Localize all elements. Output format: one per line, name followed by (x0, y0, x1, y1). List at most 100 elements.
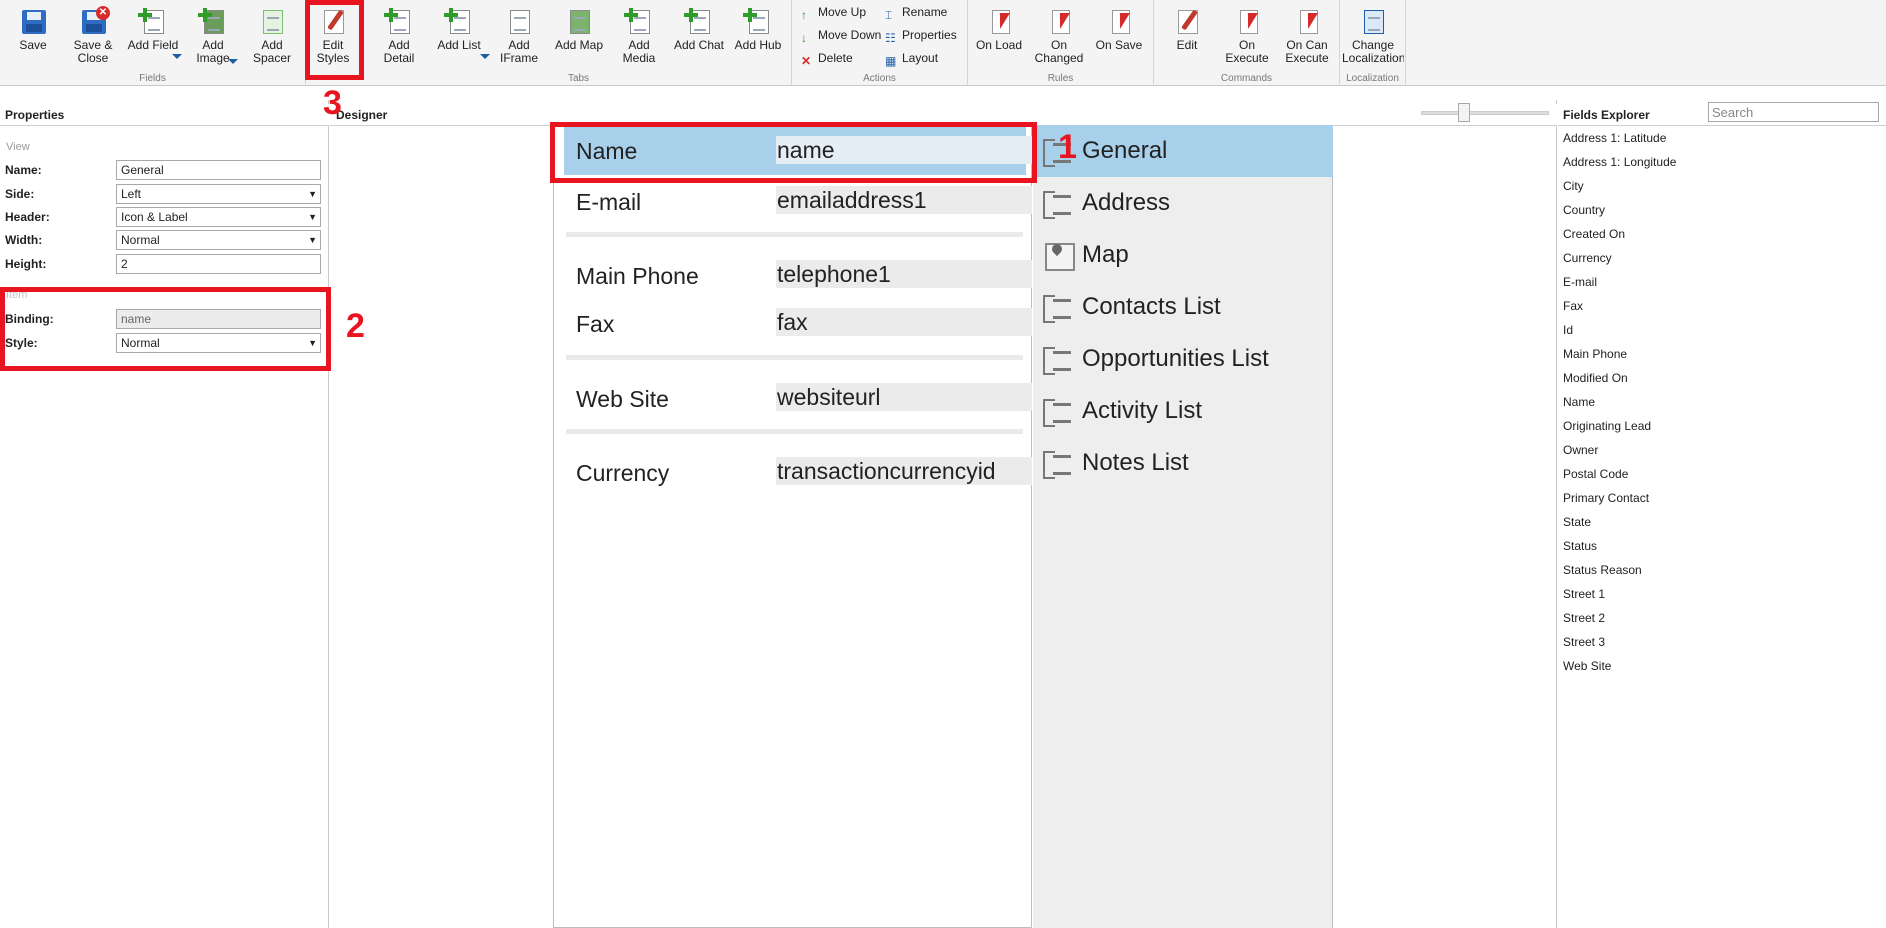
tab-opportunities-list[interactable]: Opportunities List (1033, 333, 1333, 385)
field-row-web-site[interactable]: Web Site websiteurl (564, 378, 1026, 416)
field-list-item[interactable]: Address 1: Latitude (1563, 131, 1666, 149)
delete-x-icon: ✕ (801, 51, 815, 65)
list-tab-icon (1043, 137, 1073, 165)
add-spacer-icon (257, 8, 287, 36)
ribbon-group-label-localization: Localization (1340, 73, 1405, 84)
field-list-item[interactable]: Address 1: Longitude (1563, 155, 1676, 173)
field-row-email[interactable]: E-mail emailaddress1 (564, 181, 1026, 219)
add-list-dropdown-arrow[interactable] (480, 54, 490, 59)
move-down-button[interactable]: ↓Move Down (801, 25, 881, 45)
add-iframe-button[interactable]: Add IFrame (490, 5, 548, 65)
add-list-button[interactable]: Add List (430, 5, 488, 59)
field-list-item[interactable]: Created On (1563, 227, 1625, 245)
on-load-button[interactable]: On Load (970, 5, 1028, 52)
on-execute-button[interactable]: On Execute (1218, 5, 1276, 65)
list-tab-icon (1043, 449, 1073, 477)
field-list-item[interactable]: Owner (1563, 443, 1598, 461)
field-binding-value: transactioncurrencyid (776, 457, 1032, 485)
field-list-item[interactable]: City (1563, 179, 1584, 197)
ribbon-group-label-fields: Fields (0, 73, 305, 84)
properties-button[interactable]: ☷Properties (885, 25, 957, 45)
field-list-item[interactable]: Main Phone (1563, 347, 1627, 365)
property-header-select[interactable]: Icon & Label (116, 207, 321, 227)
field-label: Main Phone (576, 263, 699, 290)
field-list-item[interactable]: State (1563, 515, 1591, 533)
field-list-item[interactable]: Street 1 (1563, 587, 1605, 605)
change-localization-button[interactable]: Change Localization (1342, 5, 1404, 65)
localization-globe-icon (1358, 8, 1388, 36)
field-list-item[interactable]: Originating Lead (1563, 419, 1651, 437)
zoom-slider-handle[interactable] (1458, 103, 1470, 122)
on-can-execute-button[interactable]: On Can Execute (1278, 5, 1336, 65)
field-row-name[interactable]: Name name (564, 125, 1026, 175)
field-list-item[interactable]: Fax (1563, 299, 1583, 317)
add-field-dropdown-arrow[interactable] (172, 54, 182, 59)
field-list-item[interactable]: Street 2 (1563, 611, 1605, 629)
tab-notes-list[interactable]: Notes List (1033, 437, 1333, 489)
tab-map[interactable]: Map (1033, 229, 1333, 281)
edit-styles-button[interactable]: Edit Styles (304, 5, 362, 65)
properties-panel-title: Properties (0, 104, 329, 126)
view-section-label: View (6, 141, 30, 153)
property-width-select[interactable]: Normal (116, 230, 321, 250)
fields-search-input[interactable] (1708, 102, 1879, 122)
tab-general[interactable]: General (1033, 125, 1333, 177)
property-side-select[interactable]: Left (116, 184, 321, 204)
property-side-row: Side: Left (5, 184, 317, 204)
add-hub-button[interactable]: Add Hub (729, 5, 787, 52)
field-list-item[interactable]: Country (1563, 203, 1605, 221)
save-close-button[interactable]: ✕ Save & Close (64, 5, 122, 65)
on-changed-button[interactable]: On Changed (1030, 5, 1088, 65)
field-list-item[interactable]: Web Site (1563, 659, 1611, 677)
add-field-button[interactable]: Add Field (124, 5, 182, 59)
zoom-slider-track[interactable] (1421, 111, 1549, 115)
tab-activity-list[interactable]: Activity List (1033, 385, 1333, 437)
tab-list: General Address Map Contacts List Opport… (1033, 125, 1333, 928)
add-map-icon (564, 8, 594, 36)
field-list-item[interactable]: Street 3 (1563, 635, 1605, 653)
field-list-item[interactable]: Modified On (1563, 371, 1628, 389)
property-style-select[interactable]: Normal (116, 333, 321, 353)
list-tab-icon (1043, 345, 1073, 373)
field-list-item[interactable]: E-mail (1563, 275, 1597, 293)
delete-button[interactable]: ✕Delete (801, 48, 853, 68)
move-up-button[interactable]: ↑Move Up (801, 2, 866, 22)
on-save-button[interactable]: On Save (1090, 5, 1148, 52)
field-row-main-phone[interactable]: Main Phone telephone1 (564, 255, 1026, 293)
arrow-up-icon: ↑ (801, 5, 815, 19)
field-list-item[interactable]: Postal Code (1563, 467, 1628, 485)
field-list-item[interactable]: Currency (1563, 251, 1612, 269)
property-label: Binding: (5, 312, 54, 326)
add-detail-button[interactable]: Add Detail (370, 5, 428, 65)
field-row-fax[interactable]: Fax fax (564, 303, 1026, 341)
rename-button[interactable]: ⌶Rename (885, 2, 947, 22)
form-detail-view: Name name E-mail emailaddress1 Main Phon… (553, 125, 1032, 928)
property-label: Style: (5, 336, 38, 350)
property-name-input[interactable]: General (116, 160, 321, 180)
field-list-item[interactable]: Status Reason (1563, 563, 1642, 581)
save-button[interactable]: Save (4, 5, 62, 52)
add-image-button[interactable]: Add Image (184, 5, 242, 64)
field-list-item[interactable]: Name (1563, 395, 1595, 413)
field-list-item[interactable]: Status (1563, 539, 1597, 557)
field-list-item[interactable]: Primary Contact (1563, 491, 1649, 509)
list-tab-icon (1043, 397, 1073, 425)
add-hub-icon (743, 8, 773, 36)
add-list-icon (444, 8, 474, 36)
field-binding-value: fax (776, 308, 1032, 336)
tab-contacts-list[interactable]: Contacts List (1033, 281, 1333, 333)
ribbon-group-label-commands: Commands (1154, 73, 1339, 84)
command-edit-button[interactable]: Edit (1158, 5, 1216, 52)
tab-address[interactable]: Address (1033, 177, 1333, 229)
add-chat-button[interactable]: Add Chat (670, 5, 728, 52)
property-height-input[interactable]: 2 (116, 254, 321, 274)
layout-button[interactable]: ▦Layout (885, 48, 938, 68)
add-spacer-button[interactable]: Add Spacer (243, 5, 301, 65)
property-label: Width: (5, 233, 42, 247)
field-row-currency[interactable]: Currency transactioncurrencyid (564, 452, 1026, 490)
field-list-item[interactable]: Id (1563, 323, 1573, 341)
add-map-button[interactable]: Add Map (550, 5, 608, 52)
add-image-icon (198, 8, 228, 36)
add-media-icon (624, 8, 654, 36)
add-media-button[interactable]: Add Media (610, 5, 668, 65)
